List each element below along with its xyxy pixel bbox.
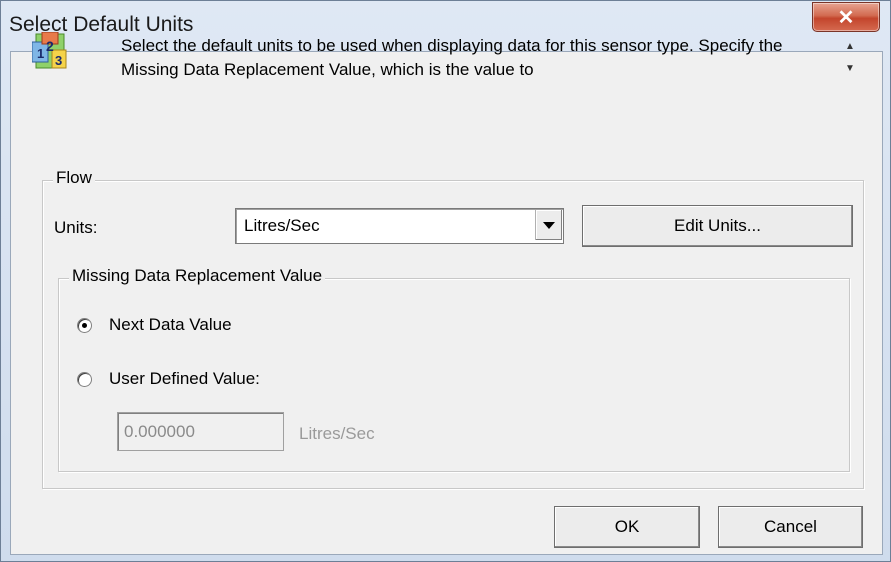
user-defined-value-units: Litres/Sec xyxy=(299,424,375,443)
edit-units-button[interactable]: Edit Units... xyxy=(582,205,853,247)
svg-text:2: 2 xyxy=(46,38,54,54)
user-defined-value-radio[interactable] xyxy=(77,372,92,387)
user-defined-value-text: 0.000000 xyxy=(124,422,195,441)
user-defined-value-label[interactable]: User Defined Value: xyxy=(109,369,260,389)
units-dropdown[interactable]: Litres/Sec xyxy=(235,208,564,244)
chevron-down-icon xyxy=(543,221,555,229)
dropdown-button[interactable] xyxy=(535,210,562,240)
edit-units-label: Edit Units... xyxy=(674,216,761,235)
svg-text:1: 1 xyxy=(37,46,44,61)
numbers-123-icon: 1 2 3 xyxy=(32,32,67,69)
close-icon: ✕ xyxy=(837,6,855,29)
missing-data-legend: Missing Data Replacement Value xyxy=(69,266,326,286)
ok-label: OK xyxy=(614,517,640,536)
close-button[interactable]: ✕ xyxy=(812,2,880,32)
cancel-label: Cancel xyxy=(764,517,817,536)
cancel-button[interactable]: Cancel xyxy=(718,506,863,548)
user-defined-value-field[interactable]: 0.000000 xyxy=(117,412,284,451)
units-label: Units: xyxy=(54,218,98,237)
next-data-value-radio[interactable] xyxy=(77,318,92,333)
scroll-up-arrow-icon[interactable]: ▲ xyxy=(843,40,857,54)
units-selected-value: Litres/Sec xyxy=(244,216,320,235)
scroll-down-arrow-icon[interactable]: ▼ xyxy=(843,62,857,76)
flow-group-legend: Flow xyxy=(53,168,95,188)
info-text: Select the default units to be used when… xyxy=(121,36,783,79)
next-data-value-label[interactable]: Next Data Value xyxy=(109,315,232,335)
ok-button[interactable]: OK xyxy=(554,506,700,548)
radio-selected-dot xyxy=(82,323,87,328)
svg-text:3: 3 xyxy=(55,53,62,68)
